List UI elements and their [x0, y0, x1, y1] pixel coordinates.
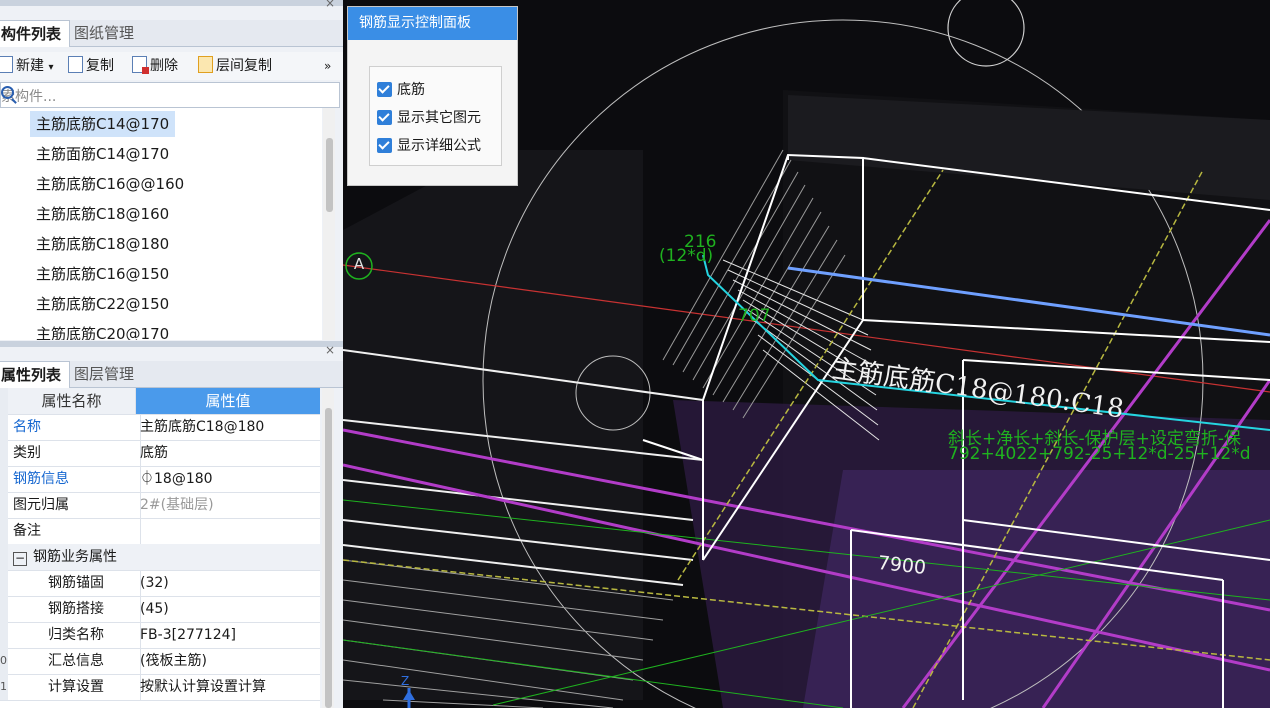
delete-button[interactable]: 删除	[132, 56, 178, 76]
search-icon[interactable]	[1, 86, 14, 99]
copy-icon	[68, 56, 83, 73]
dimension-707: 707	[738, 306, 771, 326]
table-row[interactable]: 备注	[0, 518, 320, 545]
new-file-icon	[0, 56, 13, 73]
tab-property-list[interactable]: 属性列表	[0, 361, 71, 388]
dimension-12d: (12*d)	[659, 246, 714, 266]
left-panel: × 构件列表 图纸管理 新建 ▾ 复制 删除 层间复制 » 索构件... 主筋底…	[0, 0, 343, 708]
property-name: 名称	[8, 414, 141, 440]
new-button[interactable]: 新建 ▾	[0, 56, 53, 76]
copy-button[interactable]: 复制	[68, 56, 114, 76]
list-item[interactable]: 主筋底筋C20@170	[30, 321, 175, 340]
component-pane-close-icon[interactable]: ×	[325, 0, 335, 9]
component-pane-tabs: 构件列表 图纸管理	[0, 20, 343, 47]
table-row[interactable]: 钢筋信息 ⏀18@180	[0, 466, 320, 493]
list-item[interactable]: 主筋底筋C18@180	[30, 231, 175, 257]
pane-header-bar: ×	[0, 0, 343, 9]
property-table: 属性名称 属性值 名称 主筋底筋C18@180 类别 底筋 钢筋信息 ⏀18@1…	[0, 388, 320, 708]
axis-z-label: Z	[401, 674, 410, 688]
rebar-display-control-panel: 钢筋显示控制面板 底筋 显示其它图元 显示详细公式	[347, 6, 518, 186]
list-item[interactable]: 主筋面筋C14@170	[30, 141, 175, 167]
property-name: 钢筋搭接	[8, 596, 141, 622]
property-name-header: 属性名称	[8, 388, 136, 414]
table-row[interactable]: 0 汇总信息 (筏板主筋)	[0, 648, 320, 675]
property-value[interactable]: ⏀18@180	[136, 466, 320, 492]
axis-label-a: A	[353, 255, 365, 273]
pane-header-bar: ×	[0, 341, 343, 356]
property-value[interactable]: (45)	[136, 596, 320, 622]
checkbox-checked-icon[interactable]	[377, 138, 392, 153]
property-value[interactable]: (筏板主筋)	[136, 648, 320, 674]
checkbox-show-other-elements[interactable]: 显示其它图元	[377, 108, 481, 128]
toolbar-more-button[interactable]: »	[324, 56, 331, 76]
tab-layer-management[interactable]: 图层管理	[66, 361, 142, 387]
checkbox-bottom-rebar[interactable]: 底筋	[377, 80, 425, 100]
property-group-row[interactable]: − 钢筋业务属性	[0, 544, 320, 571]
table-row[interactable]: 钢筋锚固 (32)	[0, 570, 320, 597]
table-row[interactable]: 图元归属 2#(基础层)	[0, 492, 320, 519]
property-value[interactable]: FB-3[277124]	[136, 622, 320, 648]
layer-copy-button[interactable]: 层间复制	[198, 56, 272, 76]
collapse-toggle-icon[interactable]: −	[13, 552, 27, 566]
property-name: 备注	[8, 518, 141, 544]
property-name: 汇总信息	[8, 648, 141, 674]
table-row[interactable]: 钢筋搭接 (45)	[0, 596, 320, 623]
property-value-header: 属性值	[136, 388, 320, 414]
property-pane-close-icon[interactable]: ×	[325, 344, 335, 356]
property-name: 计算设置	[8, 674, 141, 700]
rebar-formula-values: 792+4022+792-25+12*d-25+12*d	[948, 444, 1251, 464]
property-name: 钢筋信息	[8, 466, 141, 492]
property-pane-tabs: 属性列表 图层管理	[0, 361, 343, 388]
table-row[interactable]: 类别 底筋	[0, 440, 320, 467]
property-name: 归类名称	[8, 622, 141, 648]
list-item[interactable]: 主筋底筋C18@160	[30, 201, 175, 227]
panel-options-box: 底筋 显示其它图元 显示详细公式	[369, 66, 502, 166]
layer-copy-icon	[198, 56, 213, 73]
property-value[interactable]: (32)	[136, 570, 320, 596]
panel-title: 钢筋显示控制面板	[348, 7, 517, 40]
property-name: 钢筋锚固	[8, 570, 141, 596]
table-row[interactable]: 1 计算设置 按默认计算设置计算	[0, 674, 320, 701]
property-header-row: 属性名称 属性值	[0, 388, 320, 415]
list-item[interactable]: 主筋底筋C22@150	[30, 291, 175, 317]
table-row[interactable]: 名称 主筋底筋C18@180	[0, 414, 320, 441]
new-dropdown-arrow: ▾	[48, 62, 54, 73]
row-number: 0	[0, 648, 8, 674]
component-toolbar: 新建 ▾ 复制 删除 层间复制 »	[0, 52, 343, 80]
component-list: 主筋底筋C14@170 主筋面筋C14@170 主筋底筋C16@@160 主筋底…	[0, 108, 322, 340]
tab-drawing-management[interactable]: 图纸管理	[66, 20, 142, 46]
property-value: 2#(基础层)	[140, 497, 214, 513]
property-value[interactable]: 按默认计算设置计算	[136, 674, 320, 700]
component-search-input[interactable]: 索构件...	[0, 82, 340, 108]
property-name: 类别	[8, 440, 141, 466]
property-name: 图元归属	[8, 492, 141, 518]
row-number: 1	[0, 674, 8, 700]
table-row[interactable]: 归类名称 FB-3[277124]	[0, 622, 320, 649]
property-value[interactable]: 底筋	[136, 440, 320, 466]
scrollbar-thumb[interactable]	[326, 138, 333, 212]
property-group-label: 钢筋业务属性	[33, 549, 117, 565]
property-table-scrollbar[interactable]	[322, 388, 334, 708]
property-value[interactable]: 主筋底筋C18@180	[136, 414, 320, 440]
delete-icon	[132, 56, 149, 74]
scrollbar-thumb[interactable]	[325, 408, 332, 708]
checkbox-checked-icon[interactable]	[377, 110, 392, 125]
tab-component-list[interactable]: 构件列表	[0, 20, 71, 47]
list-item[interactable]: 主筋底筋C14@170	[30, 111, 176, 137]
list-item[interactable]: 主筋底筋C16@150	[30, 261, 175, 287]
property-value[interactable]	[136, 518, 320, 544]
list-item[interactable]: 主筋底筋C16@@160	[30, 171, 190, 197]
component-list-scrollbar[interactable]	[323, 108, 335, 340]
checkbox-show-detailed-formula[interactable]: 显示详细公式	[377, 136, 481, 156]
checkbox-checked-icon[interactable]	[377, 82, 392, 97]
